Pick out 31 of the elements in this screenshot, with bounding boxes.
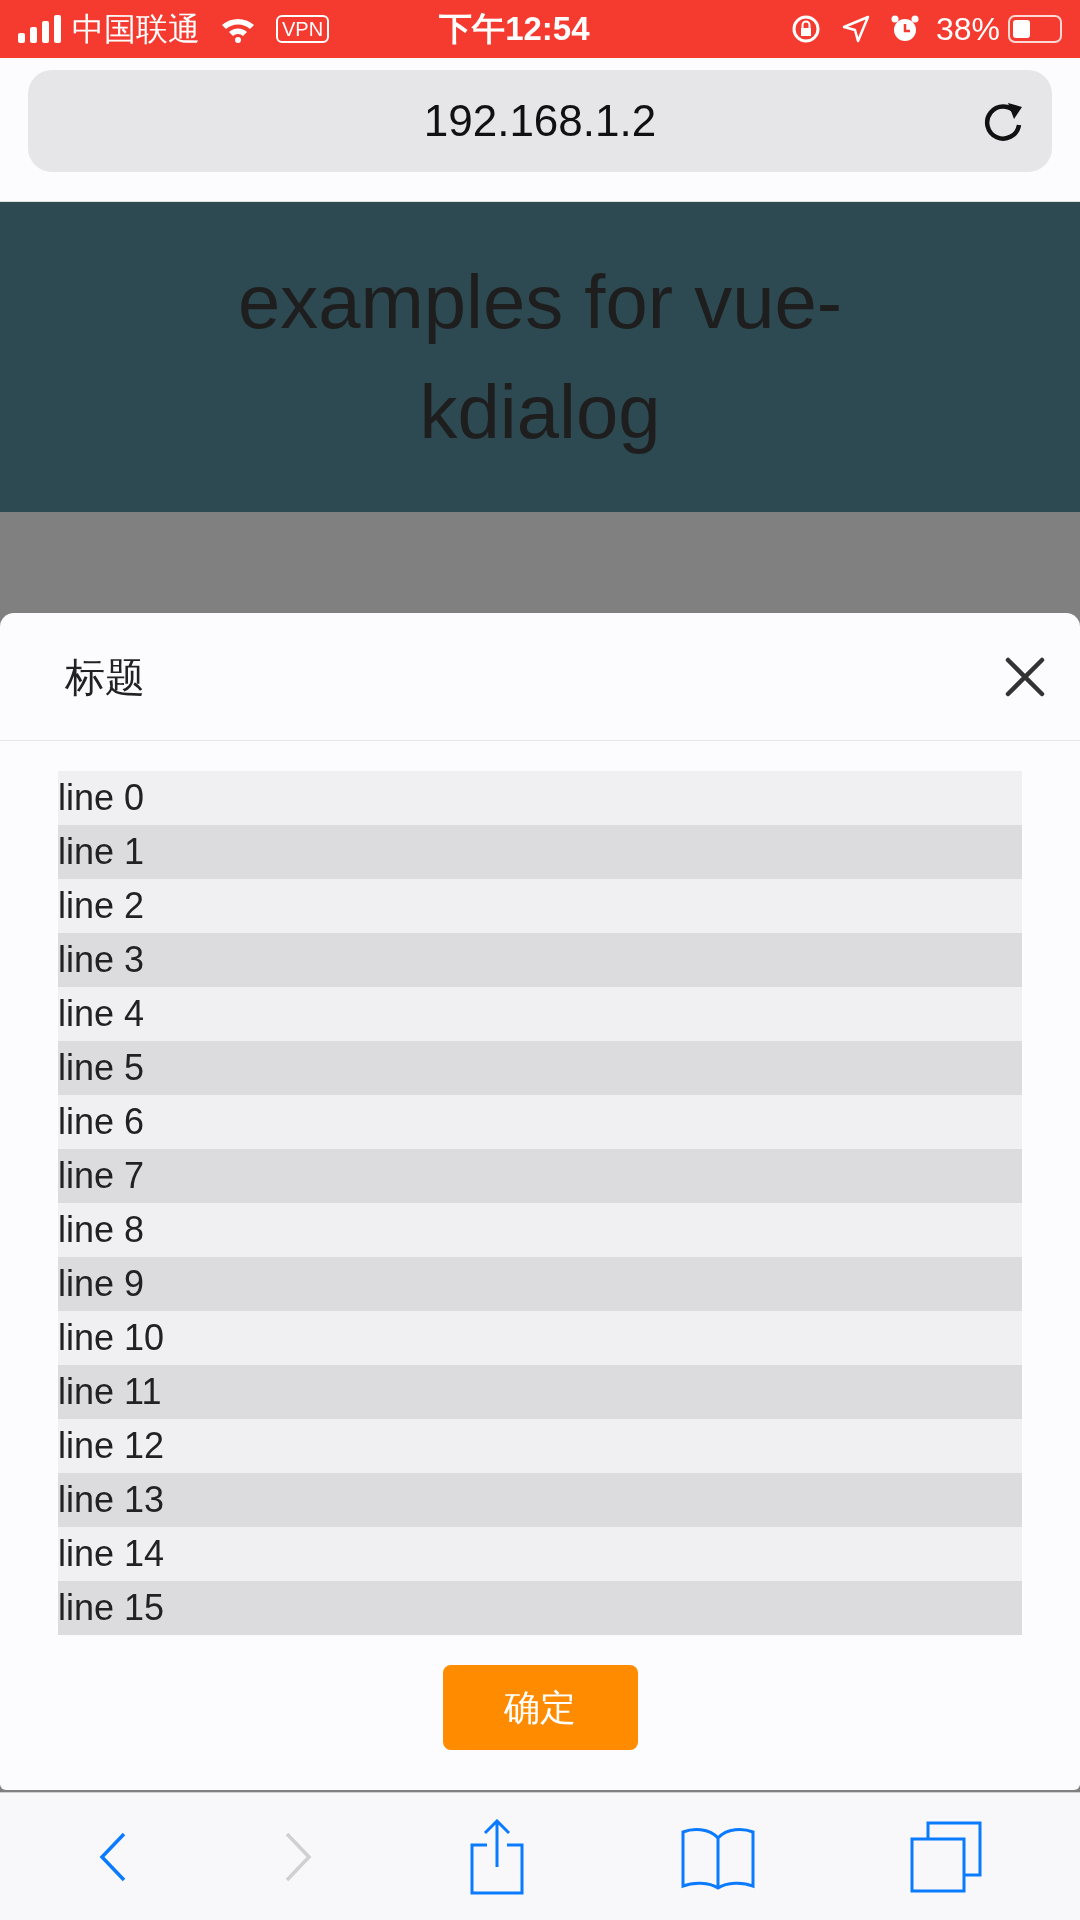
list-row: line 0: [58, 771, 1022, 825]
url-text: 192.168.1.2: [423, 95, 657, 147]
clock-time: 下午12:54: [439, 9, 590, 50]
signal-icon: [18, 15, 64, 43]
address-bar[interactable]: 192.168.1.2: [28, 70, 1052, 172]
battery-icon: [1008, 15, 1062, 43]
list-row: line 11: [58, 1365, 1022, 1419]
list-row: line 12: [58, 1419, 1022, 1473]
list-row: line 1: [58, 825, 1022, 879]
vpn-badge: VPN: [276, 15, 330, 43]
alarm-clock-icon: [889, 14, 920, 44]
list-row: line 13: [58, 1473, 1022, 1527]
tabs-icon[interactable]: [910, 1820, 983, 1893]
dialog-title: 标题: [65, 653, 145, 701]
list-row: line 2: [58, 879, 1022, 933]
list-row: line 5: [58, 1041, 1022, 1095]
close-icon[interactable]: [1005, 656, 1045, 697]
share-icon[interactable]: [469, 1818, 525, 1895]
carrier-name: 中国联通: [72, 10, 200, 49]
list-row: line 15: [58, 1581, 1022, 1635]
list-row: line 4: [58, 987, 1022, 1041]
list-row: line 14: [58, 1527, 1022, 1581]
list-row: line 10: [58, 1311, 1022, 1365]
list-row: line 7: [58, 1149, 1022, 1203]
list-row: line 3: [58, 933, 1022, 987]
location-arrow-icon: [841, 15, 870, 43]
back-icon[interactable]: [97, 1830, 128, 1883]
list-row: line 9: [58, 1257, 1022, 1311]
battery-percent: 38%: [935, 10, 1000, 49]
list-row: line 8: [58, 1203, 1022, 1257]
list-row: line 6: [58, 1095, 1022, 1149]
